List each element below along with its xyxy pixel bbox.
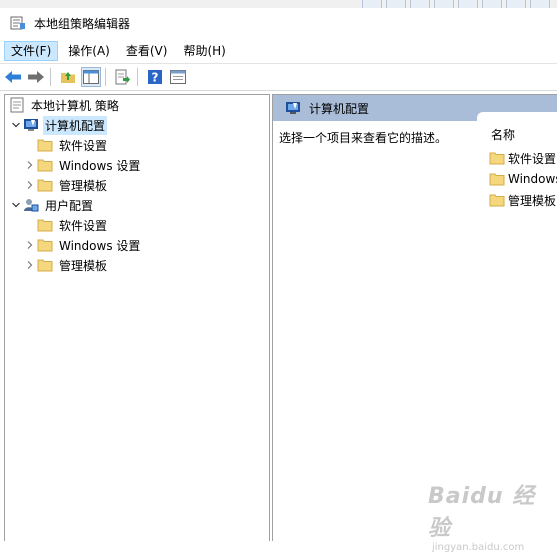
chevron-down-icon[interactable] (9, 115, 23, 135)
folder-icon (37, 237, 53, 253)
folder-icon (37, 217, 53, 233)
column-header-name[interactable]: 名称 (491, 126, 515, 143)
list-item-label: 软件设置 (508, 151, 557, 166)
title-bar: 本地组策略编辑器 (0, 8, 557, 38)
policy-document-icon (9, 97, 25, 113)
console-tree-icon (83, 70, 99, 84)
folder-icon (37, 257, 53, 273)
tree-item-label: 管理模板 (59, 258, 108, 273)
chevron-down-icon[interactable] (9, 195, 23, 215)
watermark-sub: jingyan.baidu.com (432, 542, 525, 553)
background-window-strip (0, 0, 557, 10)
toolbar: ? (0, 63, 557, 91)
properties-button[interactable] (168, 67, 188, 87)
tree-item-software-settings[interactable]: 软件设置 (23, 135, 109, 155)
show-hide-tree-button[interactable] (81, 67, 101, 87)
tree-item-computer-config[interactable]: 计算机配置 (9, 115, 108, 135)
tree-item-label: 软件设置 (59, 218, 108, 233)
list-item-software-settings[interactable]: 软件设置 (489, 148, 556, 168)
list-item-admin-templates[interactable]: 管理模板 (489, 190, 556, 210)
back-button[interactable] (3, 67, 23, 87)
menu-bar: 文件(F) 操作(A) 查看(V) 帮助(H) (0, 40, 557, 62)
baidu-watermark: Baidu 经验 jingyan.baidu.com (428, 478, 548, 553)
menu-help[interactable]: 帮助(H) (177, 41, 231, 61)
tree-item-windows-settings[interactable]: Windows 设置 (23, 235, 142, 255)
window-title: 本地组策略编辑器 (34, 16, 131, 31)
list-item-label: Windows (508, 172, 557, 186)
toolbar-separator (137, 68, 138, 86)
chevron-right-icon[interactable] (23, 235, 37, 255)
list-item-windows-settings[interactable]: Windows (489, 169, 557, 189)
details-pane[interactable]: 计算机配置 选择一个项目来查看它的描述。 名称 软件设置 Windows 管理模… (272, 94, 557, 541)
forward-button[interactable] (26, 67, 46, 87)
export-list-button[interactable] (113, 67, 133, 87)
tree-item-software-settings[interactable]: 软件设置 (23, 215, 109, 235)
tree-item-label: Windows 设置 (59, 158, 141, 173)
tree-item-label: 软件设置 (59, 138, 108, 153)
chevron-right-icon[interactable] (23, 155, 37, 175)
help-icon: ? (148, 70, 162, 85)
chevron-placeholder (23, 215, 37, 235)
menu-view[interactable]: 查看(V) (120, 41, 174, 61)
up-level-button[interactable] (58, 67, 78, 87)
tree-root[interactable]: 本地计算机 策略 (9, 95, 121, 115)
svg-text:?: ? (152, 71, 159, 85)
folder-icon (489, 150, 505, 166)
console-tree-pane[interactable]: 本地计算机 策略 计算机配置 软件设置 Windows 设置 管理模板 用户配置… (4, 94, 270, 541)
export-list-icon (115, 69, 130, 85)
tree-item-user-config[interactable]: 用户配置 (9, 195, 95, 215)
chevron-right-icon[interactable] (23, 175, 37, 195)
user-config-icon (23, 197, 39, 213)
properties-icon (170, 70, 186, 84)
description-text: 选择一个项目来查看它的描述。 (279, 131, 448, 145)
details-header-title: 计算机配置 (309, 101, 370, 116)
toolbar-separator (50, 68, 51, 86)
tree-item-label: Windows 设置 (59, 238, 141, 253)
folder-icon (37, 157, 53, 173)
tree-root-label: 本地计算机 策略 (31, 98, 119, 113)
tree-item-label: 计算机配置 (43, 115, 108, 135)
tree-item-label: 用户配置 (45, 198, 94, 213)
menu-file[interactable]: 文件(F) (4, 41, 59, 61)
items-list[interactable]: 名称 软件设置 Windows 管理模板 (477, 112, 557, 312)
computer-config-icon (23, 117, 39, 133)
toolbar-separator (105, 68, 106, 86)
tree-item-windows-settings[interactable]: Windows 设置 (23, 155, 142, 175)
watermark-main: Baidu 经验 (428, 484, 536, 541)
forward-arrow-icon (28, 71, 44, 83)
gpedit-app-icon (10, 15, 26, 31)
back-arrow-icon (5, 71, 21, 83)
chevron-right-icon[interactable] (23, 255, 37, 275)
folder-icon (37, 177, 53, 193)
computer-config-icon (285, 100, 301, 116)
menu-action[interactable]: 操作(A) (62, 41, 116, 61)
help-button[interactable]: ? (145, 67, 165, 87)
folder-up-icon (61, 72, 75, 83)
list-item-label: 管理模板 (508, 193, 557, 208)
tree-item-label: 管理模板 (59, 178, 108, 193)
folder-icon (489, 192, 505, 208)
folder-icon (489, 171, 505, 187)
tree-item-admin-templates[interactable]: 管理模板 (23, 255, 109, 275)
folder-icon (37, 137, 53, 153)
tree-item-admin-templates[interactable]: 管理模板 (23, 175, 109, 195)
chevron-placeholder (23, 135, 37, 155)
